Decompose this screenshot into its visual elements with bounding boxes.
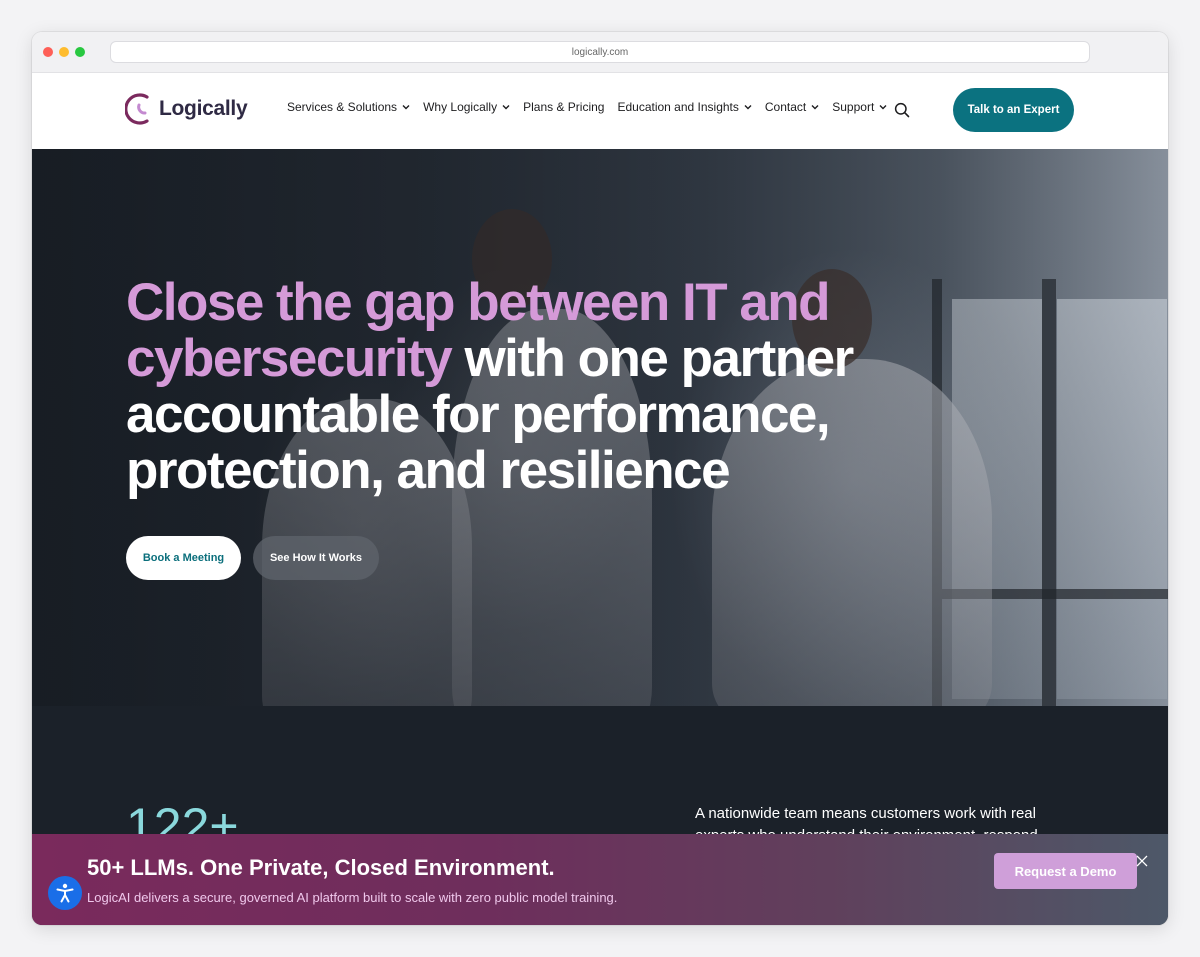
chevron-down-icon bbox=[502, 105, 510, 110]
browser-window: logically.com Logically Services & Solut… bbox=[32, 32, 1168, 925]
nav-label: Contact bbox=[764, 100, 807, 114]
maximize-window-button[interactable] bbox=[75, 47, 85, 57]
close-icon[interactable] bbox=[1136, 855, 1148, 867]
nav-contact[interactable]: Contact bbox=[765, 100, 819, 114]
nav-label: Support bbox=[832, 100, 875, 114]
nav-education-insights[interactable]: Education and Insights bbox=[617, 100, 752, 114]
main-nav: Services & Solutions Why Logically Plans… bbox=[287, 100, 887, 114]
site-header: Logically Services & Solutions Why Logic… bbox=[32, 73, 1168, 149]
close-window-button[interactable] bbox=[43, 47, 53, 57]
chevron-down-icon bbox=[879, 105, 887, 110]
nav-label: Why Logically bbox=[423, 100, 498, 114]
nav-label: Plans & Pricing bbox=[523, 100, 605, 114]
promo-banner: 50+ LLMs. One Private, Closed Environmen… bbox=[32, 834, 1168, 925]
nav-why-logically[interactable]: Why Logically bbox=[423, 100, 510, 114]
chevron-down-icon bbox=[811, 105, 819, 110]
nav-services-solutions[interactable]: Services & Solutions bbox=[287, 100, 410, 114]
banner-subtitle: LogicAI delivers a secure, governed AI p… bbox=[87, 890, 618, 905]
accessibility-button[interactable] bbox=[48, 876, 82, 910]
chevron-down-icon bbox=[744, 105, 752, 110]
talk-to-expert-button[interactable]: Talk to an Expert bbox=[953, 88, 1074, 132]
site-logo[interactable]: Logically bbox=[125, 91, 248, 127]
browser-titlebar: logically.com bbox=[32, 32, 1168, 73]
book-meeting-button[interactable]: Book a Meeting bbox=[126, 536, 241, 580]
hero-headline: Close the gap between IT and cybersecuri… bbox=[126, 275, 926, 499]
hero-section: Close the gap between IT and cybersecuri… bbox=[32, 149, 1168, 706]
nav-label: Services & Solutions bbox=[287, 100, 398, 114]
minimize-window-button[interactable] bbox=[59, 47, 69, 57]
nav-plans-pricing[interactable]: Plans & Pricing bbox=[523, 100, 604, 114]
see-how-it-works-button[interactable]: See How It Works bbox=[253, 536, 379, 580]
nav-support[interactable]: Support bbox=[832, 100, 887, 114]
logo-wordmark: Logically bbox=[159, 97, 248, 120]
search-icon[interactable] bbox=[894, 102, 910, 118]
nav-label: Education and Insights bbox=[617, 100, 739, 114]
logo-mark-icon bbox=[125, 93, 149, 125]
chevron-down-icon bbox=[402, 105, 410, 110]
banner-title: 50+ LLMs. One Private, Closed Environmen… bbox=[87, 855, 555, 880]
address-bar[interactable]: logically.com bbox=[110, 41, 1090, 63]
request-demo-button[interactable]: Request a Demo bbox=[994, 853, 1137, 889]
accessibility-icon bbox=[56, 883, 74, 903]
